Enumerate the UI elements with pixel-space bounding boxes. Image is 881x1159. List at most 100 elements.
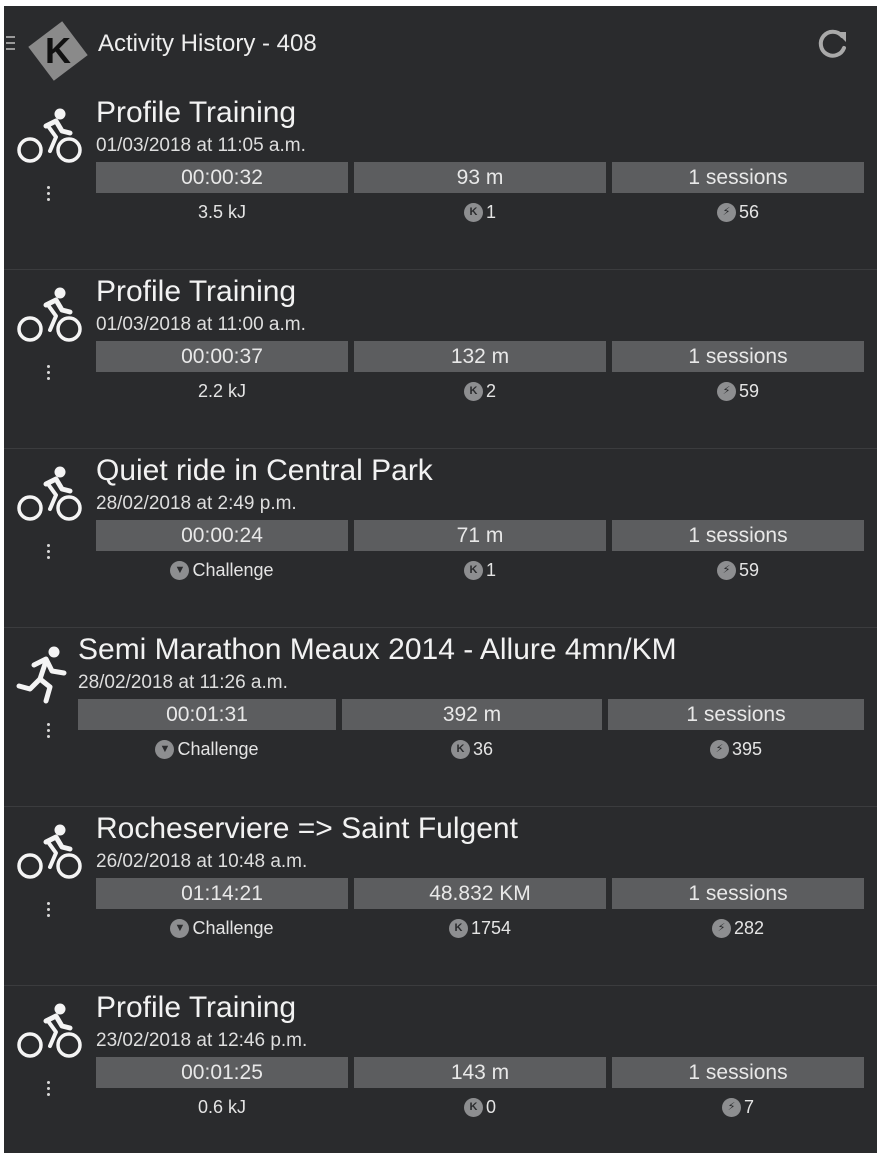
k-points-value: 1 xyxy=(485,559,496,580)
sessions-cell: 1 sessions xyxy=(608,699,864,730)
challenge-stat[interactable]: ▼ Challenge xyxy=(96,913,348,943)
hamburger-menu-icon[interactable] xyxy=(6,36,16,56)
p-points-badge-icon: ⚡ xyxy=(711,918,731,938)
challenge-label: Challenge xyxy=(177,738,259,759)
challenge-label: Challenge xyxy=(192,917,274,938)
more-options-icon[interactable] xyxy=(44,544,52,568)
k-points-stat: K 1754 xyxy=(354,913,606,943)
challenge-badge-icon: ▼ xyxy=(155,739,175,759)
activity-date: 26/02/2018 at 10:48 a.m. xyxy=(96,851,308,872)
sessions-cell: 1 sessions xyxy=(612,520,864,551)
sessions-cell: 1 sessions xyxy=(612,162,864,193)
cycling-icon xyxy=(17,287,82,342)
app-header: K Activity History - 408 xyxy=(4,6,877,92)
duration-cell: 00:00:24 xyxy=(96,520,348,551)
running-icon xyxy=(16,646,67,704)
activity-card[interactable]: Profile Training 01/03/2018 at 11:05 a.m.… xyxy=(4,92,877,270)
activity-date: 01/03/2018 at 11:00 a.m. xyxy=(96,314,306,335)
cycling-icon xyxy=(17,1003,82,1058)
k-points-stat: K0 xyxy=(354,1092,606,1122)
p-points-stat: ⚡ 59 xyxy=(612,555,864,585)
p-points-badge-icon: ⚡ xyxy=(716,560,736,580)
p-points-badge-icon: ⚡ xyxy=(716,202,736,222)
p-points-stat: ⚡ 7 xyxy=(612,1092,864,1122)
refresh-icon[interactable] xyxy=(812,24,852,64)
k-points-stat: K1 xyxy=(354,197,606,227)
page-title: Activity History - 408 xyxy=(98,30,317,57)
activity-title: Profile Training xyxy=(96,96,297,129)
p-points-value: 59 xyxy=(738,380,760,401)
p-points-stat: ⚡ 59 xyxy=(612,376,864,406)
energy-stat: 0.6 kJ xyxy=(96,1092,348,1122)
p-points-value: 59 xyxy=(738,559,760,580)
challenge-stat[interactable]: ▼ Challenge xyxy=(78,734,336,764)
activity-card[interactable]: Profile Training 23/02/2018 at 12:46 p.m.… xyxy=(4,987,877,1153)
duration-cell: 00:01:31 xyxy=(78,699,336,730)
challenge-label: Challenge xyxy=(192,559,274,580)
sessions-cell: 1 sessions xyxy=(612,878,864,909)
k-points-stat: K 36 xyxy=(342,734,602,764)
challenge-stat[interactable]: ▼ Challenge xyxy=(96,555,348,585)
p-points-stat: ⚡ 56 xyxy=(612,197,864,227)
k-points-badge-icon: K xyxy=(463,1097,483,1117)
k-points-badge-icon: K xyxy=(463,202,483,222)
activity-card[interactable]: Quiet ride in Central Park 28/02/2018 at … xyxy=(4,450,877,628)
more-options-icon[interactable] xyxy=(44,365,52,389)
duration-cell: 00:00:37 xyxy=(96,341,348,372)
p-points-badge-icon: ⚡ xyxy=(721,1097,741,1117)
duration-cell: 01:14:21 xyxy=(96,878,348,909)
activity-date: 28/02/2018 at 11:26 a.m. xyxy=(78,672,288,693)
k-points-stat: K2 xyxy=(354,376,606,406)
energy-value: 3.5 kJ xyxy=(197,201,247,222)
k-points-stat: K1 xyxy=(354,555,606,585)
duration-cell: 00:01:25 xyxy=(96,1057,348,1088)
p-points-stat: ⚡ 282 xyxy=(612,913,864,943)
activity-card[interactable]: Semi Marathon Meaux 2014 - Allure 4mn/KM… xyxy=(4,629,877,807)
k-points-value: 2 xyxy=(485,380,496,401)
more-options-icon[interactable] xyxy=(44,723,52,747)
activity-title: Quiet ride in Central Park xyxy=(96,454,433,487)
distance-cell: 48.832 KM xyxy=(354,878,606,909)
p-points-value: 56 xyxy=(738,201,760,222)
distance-cell: 93 m xyxy=(354,162,606,193)
k-points-badge-icon: K xyxy=(463,560,483,580)
more-options-icon[interactable] xyxy=(44,902,52,926)
duration-cell: 00:00:32 xyxy=(96,162,348,193)
activity-date: 01/03/2018 at 11:05 a.m. xyxy=(96,135,306,156)
k-points-value: 1754 xyxy=(470,917,512,938)
p-points-value: 282 xyxy=(733,917,765,938)
activity-date: 28/02/2018 at 2:49 p.m. xyxy=(96,493,297,514)
activity-title: Profile Training xyxy=(96,991,297,1024)
distance-cell: 132 m xyxy=(354,341,606,372)
sessions-cell: 1 sessions xyxy=(612,341,864,372)
activity-card[interactable]: Profile Training 01/03/2018 at 11:00 a.m.… xyxy=(4,271,877,449)
energy-stat: 3.5 kJ xyxy=(96,197,348,227)
k-points-badge-icon: K xyxy=(450,739,470,759)
energy-stat: 2.2 kJ xyxy=(96,376,348,406)
k-points-badge-icon: K xyxy=(463,381,483,401)
k-points-value: 0 xyxy=(485,1096,496,1117)
activity-date: 23/02/2018 at 12:46 p.m. xyxy=(96,1030,308,1051)
p-points-value: 7 xyxy=(743,1096,754,1117)
p-points-stat: ⚡ 395 xyxy=(608,734,864,764)
k-points-value: 1 xyxy=(485,201,496,222)
distance-cell: 143 m xyxy=(354,1057,606,1088)
cycling-icon xyxy=(17,824,82,879)
cycling-icon xyxy=(17,108,82,163)
k-points-value: 36 xyxy=(472,738,494,759)
challenge-badge-icon: ▼ xyxy=(170,560,190,580)
cycling-icon xyxy=(17,466,82,521)
activity-title: Rocheserviere => Saint Fulgent xyxy=(96,812,518,845)
more-options-icon[interactable] xyxy=(44,1081,52,1105)
activity-card[interactable]: Rocheserviere => Saint Fulgent 26/02/2018… xyxy=(4,808,877,986)
more-options-icon[interactable] xyxy=(44,186,52,210)
energy-value: 0.6 kJ xyxy=(197,1096,247,1117)
activity-title: Semi Marathon Meaux 2014 - Allure 4mn/KM xyxy=(78,633,677,666)
app-logo[interactable]: K xyxy=(26,19,90,83)
p-points-badge-icon: ⚡ xyxy=(716,381,736,401)
energy-value: 2.2 kJ xyxy=(197,380,247,401)
p-points-badge-icon: ⚡ xyxy=(709,739,729,759)
activity-title: Profile Training xyxy=(96,275,297,308)
distance-cell: 392 m xyxy=(342,699,602,730)
challenge-badge-icon: ▼ xyxy=(170,918,190,938)
